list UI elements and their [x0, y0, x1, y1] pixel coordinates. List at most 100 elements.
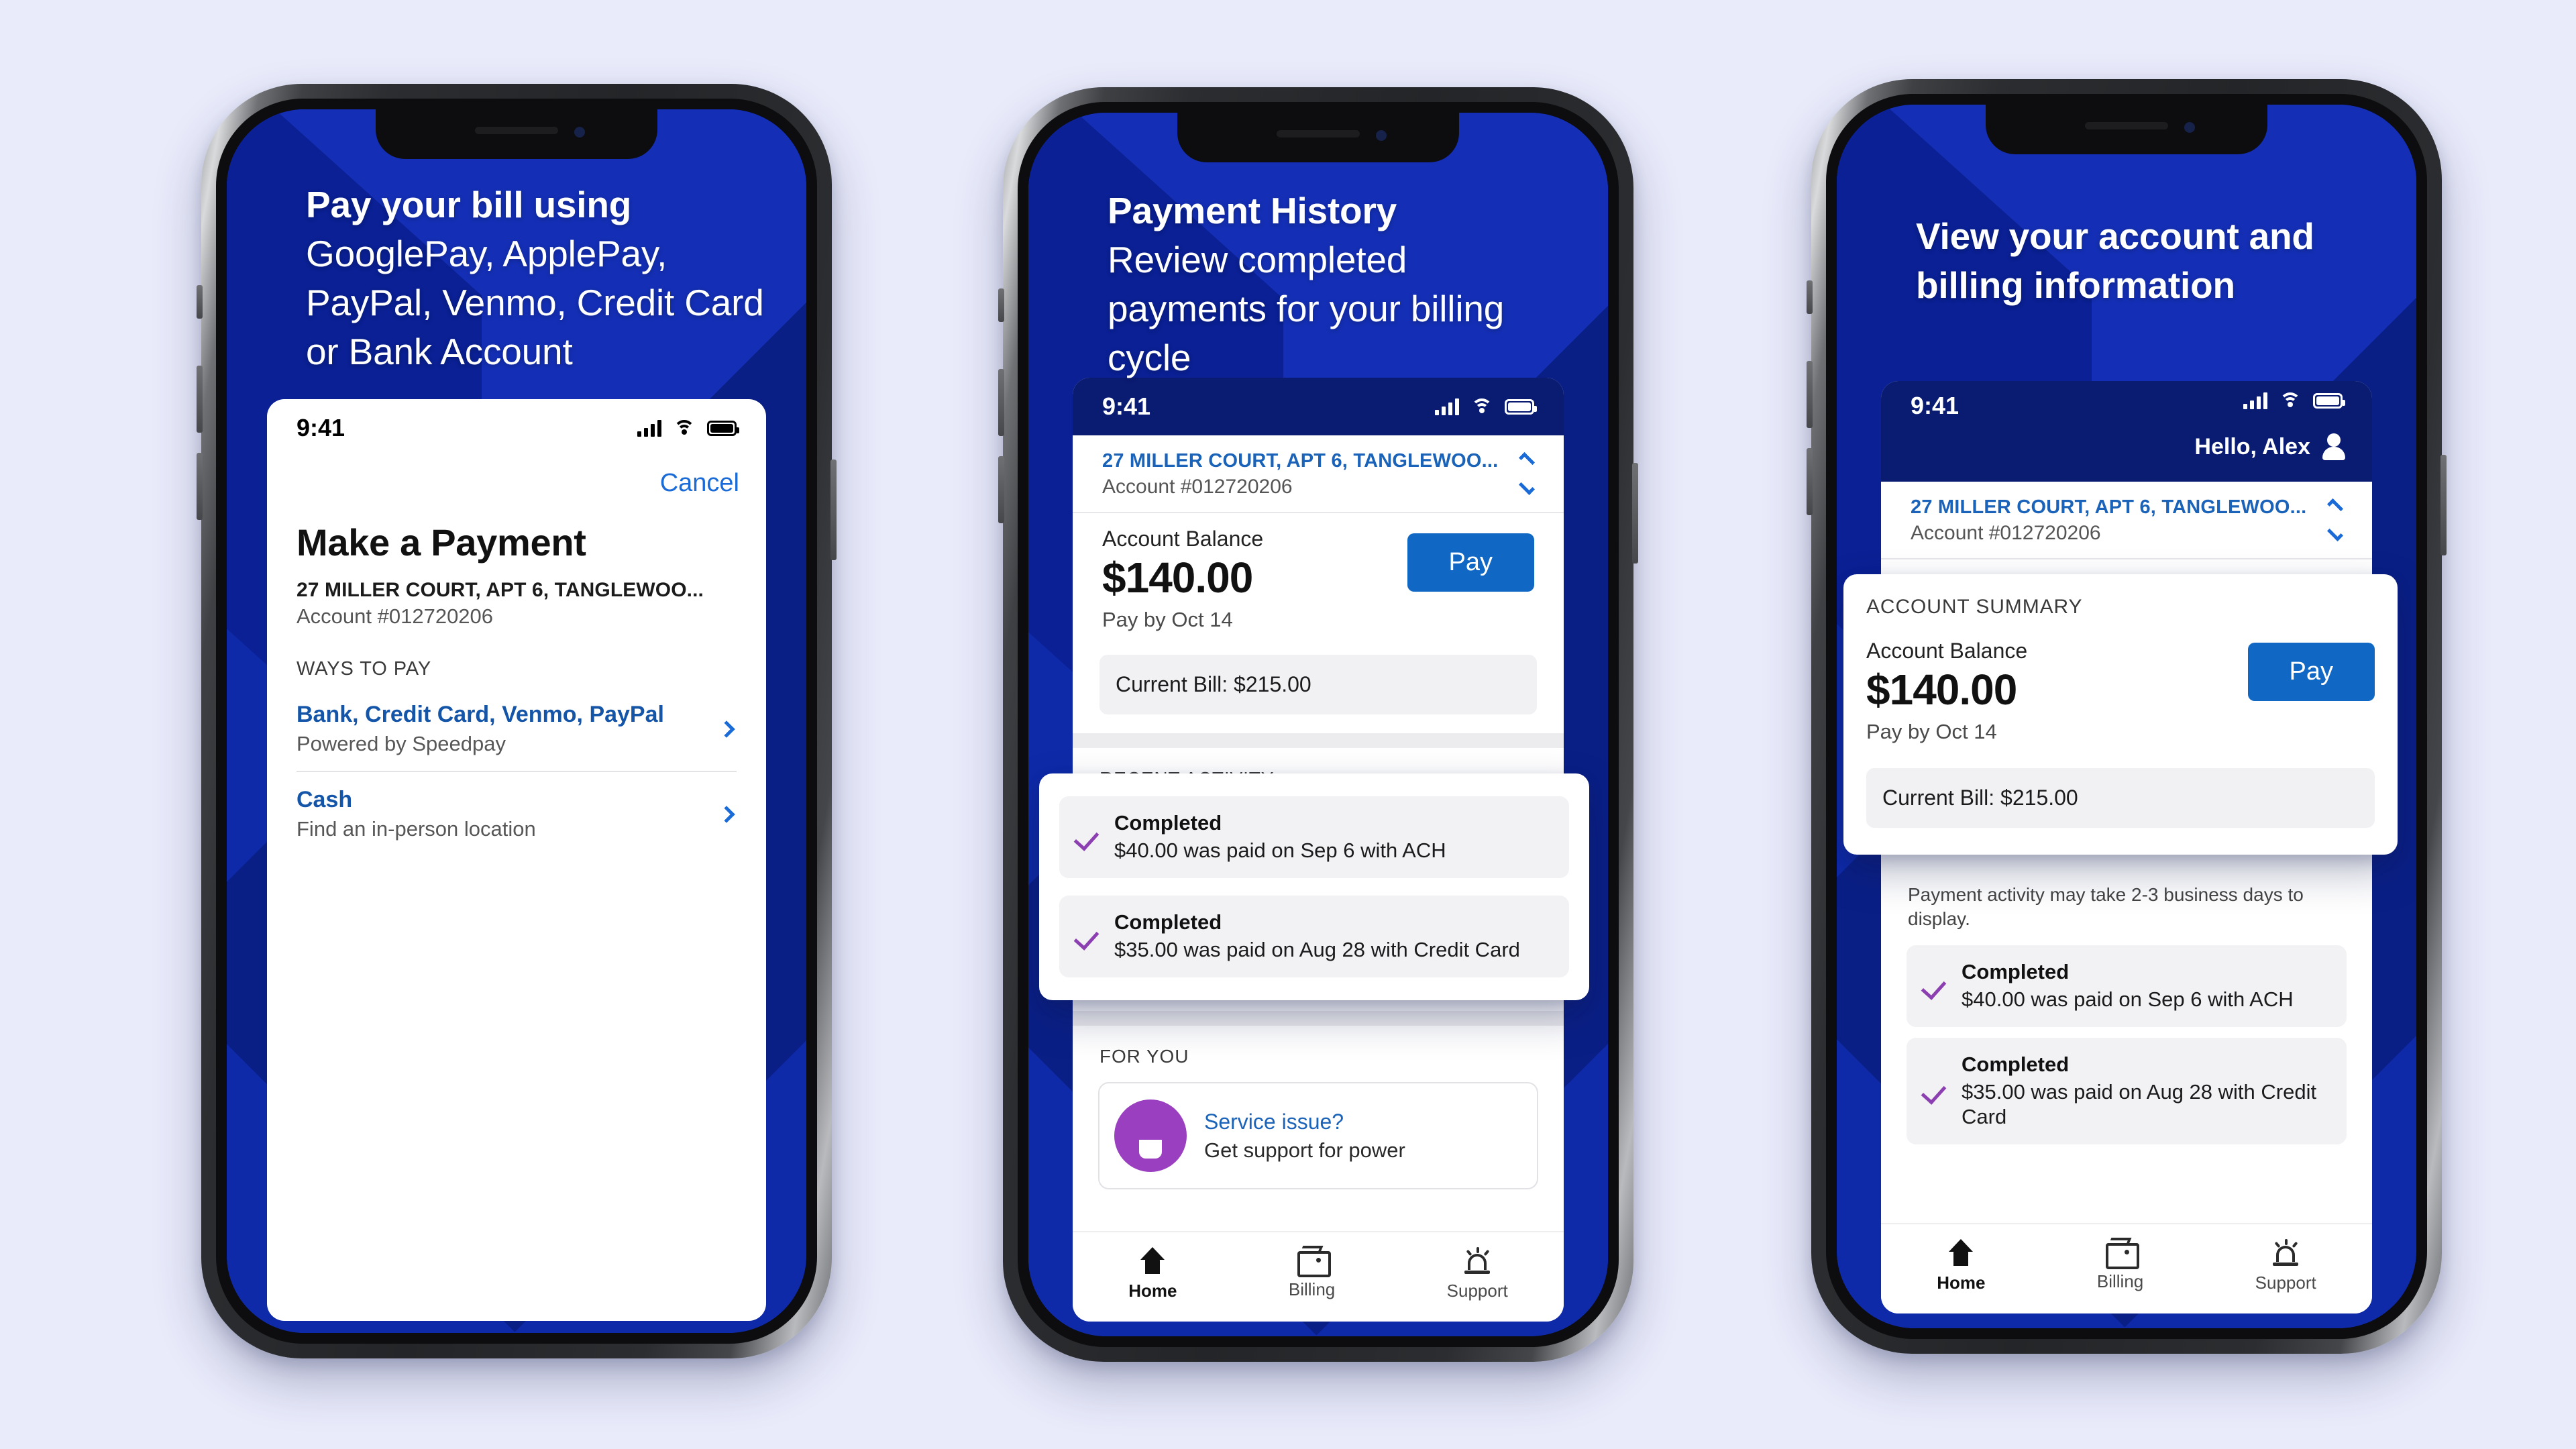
- cellular-signal-icon: [2243, 392, 2267, 409]
- greeting-row[interactable]: Hello, Alex: [2194, 433, 2345, 460]
- tab-home-2[interactable]: Home: [1128, 1247, 1177, 1301]
- siren-icon: [1462, 1247, 1492, 1274]
- tab-bar-3: Home Billing Support: [1881, 1223, 2372, 1313]
- wifi-icon: [2279, 392, 2301, 409]
- phone-mockup-1: Pay your bill using GooglePay, ApplePay,…: [197, 84, 837, 1358]
- tab-billing-3[interactable]: Billing: [2096, 1238, 2144, 1292]
- activity-item-0-phone3[interactable]: Completed $40.00 was paid on Sep 6 with …: [1907, 945, 2347, 1027]
- cellular-signal-icon: [1435, 398, 1459, 415]
- tab-label-support-2: Support: [1446, 1281, 1508, 1301]
- cancel-row: Cancel: [267, 457, 766, 502]
- activity-item-1-phone3[interactable]: Completed $35.00 was paid on Aug 28 with…: [1907, 1037, 2347, 1145]
- activity-description-0: $40.00 was paid on Sep 6 with ACH: [1114, 839, 1446, 862]
- account-address-3: 27 MILLER COURT, APT 6, TANGLEWOO...: [1911, 496, 2307, 518]
- check-icon: [1077, 826, 1099, 849]
- hero-rest-2: Review completed payments for your billi…: [1108, 239, 1505, 379]
- pay-by-date-2: Pay by Oct 14: [1102, 608, 1233, 631]
- payment-method-row-bank[interactable]: Bank, Credit Card, Venmo, PayPal Powered…: [297, 687, 737, 772]
- screenshot-stage: Pay your bill using GooglePay, ApplePay,…: [0, 0, 2576, 1449]
- status-time-2: 9:41: [1102, 392, 1151, 420]
- pay-button-2[interactable]: Pay: [1407, 533, 1534, 592]
- lightbulb-icon: [1114, 1099, 1187, 1172]
- siren-icon: [2271, 1239, 2300, 1266]
- tab-support-3[interactable]: Support: [2255, 1239, 2316, 1293]
- for-you-label: FOR YOU: [1099, 1046, 1189, 1067]
- account-summary-label: ACCOUNT SUMMARY: [1866, 596, 2083, 618]
- battery-icon: [1505, 398, 1537, 415]
- home-icon: [1138, 1247, 1167, 1274]
- account-selector-3[interactable]: 27 MILLER COURT, APT 6, TANGLEWOO... Acc…: [1881, 482, 2372, 559]
- hero-bold-2: Payment History: [1108, 190, 1397, 231]
- wifi-icon: [674, 420, 695, 436]
- activity-note-3: Payment activity may take 2-3 business d…: [1908, 884, 2304, 930]
- hero-headline-2: Payment History Review completed payment…: [1108, 186, 1568, 383]
- notch: [1177, 113, 1459, 162]
- account-address-1: 27 MILLER COURT, APT 6, TANGLEWOO...: [297, 579, 704, 601]
- tab-support-2[interactable]: Support: [1447, 1247, 1508, 1301]
- battery-icon: [707, 420, 739, 436]
- for-you-card[interactable]: Service issue? Get support for power: [1098, 1082, 1538, 1189]
- payment-method-title-1: Cash: [297, 787, 353, 812]
- notch: [376, 109, 657, 159]
- tab-billing-2[interactable]: Billing: [1288, 1246, 1336, 1300]
- current-bill-chip-2: Current Bill: $215.00: [1099, 655, 1537, 714]
- mute-switch: [1807, 280, 1813, 314]
- account-switcher-stepper-icon[interactable]: [2326, 498, 2345, 542]
- volume-up-button: [998, 369, 1004, 436]
- account-switcher-stepper-icon[interactable]: [1518, 451, 1537, 496]
- activity-status-1: Completed: [1114, 910, 1222, 934]
- power-button: [830, 460, 837, 560]
- activity-status-0-phone3: Completed: [1962, 959, 2070, 983]
- ways-to-pay-label: WAYS TO PAY: [297, 658, 432, 680]
- hero-headline-1: Pay your bill using GooglePay, ApplePay,…: [306, 180, 766, 377]
- activity-description-0-phone3: $40.00 was paid on Sep 6 with ACH: [1962, 987, 2294, 1011]
- account-address-2: 27 MILLER COURT, APT 6, TANGLEWOO...: [1102, 450, 1499, 472]
- status-bar-2: 9:41: [1073, 378, 1564, 435]
- tab-home-3[interactable]: Home: [1937, 1239, 1985, 1293]
- phone-3-screen: View your account and billing informatio…: [1837, 105, 2416, 1328]
- volume-down-button: [1807, 448, 1813, 515]
- tab-label-support-3: Support: [2255, 1273, 2316, 1293]
- status-time-3: 9:41: [1911, 392, 1960, 419]
- phone-1-screen: Pay your bill using GooglePay, ApplePay,…: [227, 109, 806, 1333]
- account-selector-2[interactable]: 27 MILLER COURT, APT 6, TANGLEWOO... Acc…: [1073, 435, 1564, 513]
- hero-bold-3: View your account and billing informatio…: [1916, 215, 2314, 307]
- volume-down-button: [197, 453, 203, 520]
- current-bill-chip-3: Current Bill: $215.00: [1866, 768, 2375, 828]
- payment-method-row-cash[interactable]: Cash Find an in-person location: [297, 772, 737, 856]
- hero-rest-1: GooglePay, ApplePay, PayPal, Venmo, Cred…: [306, 233, 764, 373]
- activity-status-0: Completed: [1114, 811, 1222, 835]
- cancel-button[interactable]: Cancel: [660, 469, 739, 497]
- account-summary-callout-card: ACCOUNT SUMMARY Account Balance $140.00 …: [1843, 574, 2398, 855]
- balance-block-3: Account Balance $140.00 Pay by Oct 14 Pa…: [1866, 619, 2375, 751]
- activity-item-1[interactable]: Completed $35.00 was paid on Aug 28 with…: [1059, 895, 1569, 977]
- tab-label-billing-2: Billing: [1288, 1279, 1336, 1299]
- balance-block-2: Account Balance $140.00 Pay by Oct 14 Pa…: [1073, 513, 1564, 643]
- page-title-1: Make a Payment: [297, 521, 586, 564]
- phone-2-screen: Payment History Review completed payment…: [1028, 113, 1608, 1336]
- section-divider: [1073, 733, 1564, 748]
- mute-switch: [998, 288, 1004, 322]
- phone-mockup-2: Payment History Review completed payment…: [998, 87, 1638, 1362]
- app-window-1: 9:41 Cancel Make a Payment 27 MILLER COU…: [267, 399, 766, 1321]
- check-icon: [1077, 925, 1099, 948]
- activity-description-1: $35.00 was paid on Aug 28 with Credit Ca…: [1114, 937, 1520, 961]
- activity-status-1-phone3: Completed: [1962, 1052, 2070, 1076]
- payment-method-subtitle-1: Find an in-person location: [297, 817, 536, 841]
- home-icon: [1947, 1239, 1975, 1266]
- tab-label-home-3: Home: [1937, 1273, 1986, 1293]
- for-you-subtitle: Get support for power: [1204, 1138, 1405, 1162]
- status-bar-1: 9:41: [267, 399, 766, 457]
- avatar-icon: [2322, 433, 2345, 460]
- notch: [1986, 105, 2267, 154]
- cellular-signal-icon: [637, 419, 661, 437]
- activity-description-1-phone3: $35.00 was paid on Aug 28 with Credit Ca…: [1962, 1079, 2317, 1129]
- pay-button-3[interactable]: Pay: [2247, 643, 2375, 701]
- volume-up-button: [197, 366, 203, 433]
- tab-label-billing-3: Billing: [2096, 1271, 2144, 1291]
- status-time-1: 9:41: [297, 414, 345, 441]
- payment-method-title-0: Bank, Credit Card, Venmo, PayPal: [297, 702, 664, 727]
- phone-mockup-3: View your account and billing informatio…: [1807, 79, 2447, 1354]
- tab-label-home-2: Home: [1128, 1281, 1177, 1301]
- activity-item-0[interactable]: Completed $40.00 was paid on Sep 6 with …: [1059, 796, 1569, 878]
